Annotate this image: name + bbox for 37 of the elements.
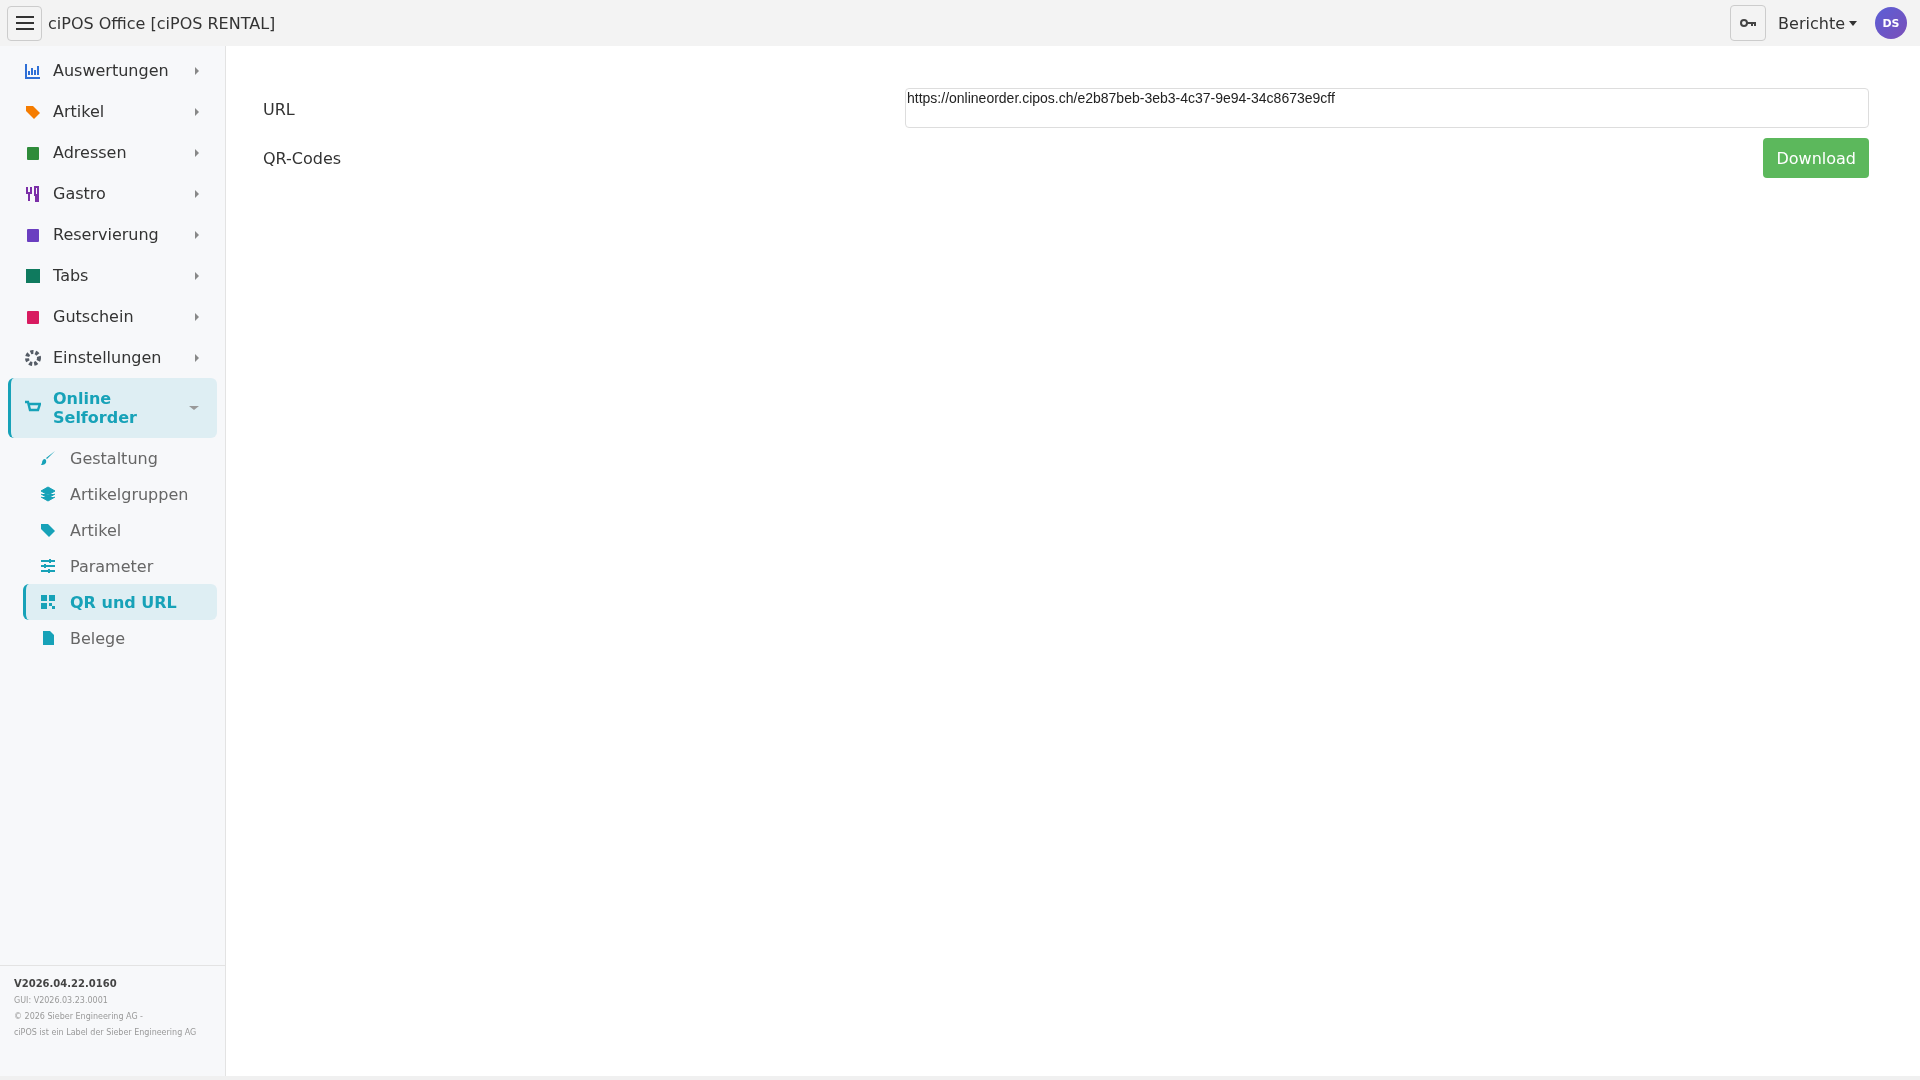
sidebar-item[interactable]: Artikel — [8, 91, 217, 132]
document-icon — [40, 630, 56, 646]
sidebar-item[interactable]: Tabs — [8, 255, 217, 296]
user-avatar[interactable]: DS — [1875, 7, 1907, 39]
menu-button[interactable] — [7, 5, 42, 41]
gui-version-text: GUI: V2026.03.23.0001 — [14, 995, 109, 1007]
menu-icon — [15, 16, 34, 30]
key-button[interactable] — [1730, 5, 1767, 41]
label-note-text: ciPOS ist ein Label der Sieber Engineering AG — [14, 1027, 198, 1039]
sidebar-item[interactable]: Reservierung — [8, 214, 217, 255]
brush-icon — [40, 450, 56, 466]
tag-icon — [40, 522, 56, 538]
sliders-icon — [40, 558, 56, 574]
submenu-item[interactable]: Parameter — [23, 548, 217, 584]
sidebar-item[interactable]: Einstellungen — [8, 337, 217, 378]
fork-knife-icon — [25, 185, 41, 202]
url-label: URL — [263, 99, 295, 119]
bar-chart-icon — [25, 62, 41, 79]
key-icon — [1740, 19, 1757, 27]
submenu-item[interactable]: Gestaltung — [23, 440, 217, 476]
qr-codes-label: QR-Codes — [263, 148, 342, 168]
submenu-item[interactable]: Artikel — [23, 512, 217, 548]
qr-code-icon — [40, 594, 56, 610]
sidebar-item[interactable]: Adressen — [8, 132, 217, 173]
url-field[interactable]: https://onlineorder.cipos.ch/e2b87beb-3eb3-4c37-9e94-34c8673e9cff — [905, 88, 1869, 128]
app-title: ciPOS Office [ciPOS RENTAL] — [48, 13, 276, 33]
version-text: V2026.04.22.0160 — [14, 978, 118, 989]
sidebar-item[interactable]: Gutschein — [8, 296, 217, 337]
sidebar-item[interactable]: Gastro — [8, 173, 217, 214]
gear-icon — [25, 349, 41, 366]
submenu-item[interactable]: Artikelgruppen — [23, 476, 217, 512]
layers-icon — [40, 486, 56, 502]
tag-icon — [25, 103, 41, 120]
copyright-text: © 2026 Sieber Engineering AG - — [14, 1011, 144, 1023]
reports-dropdown[interactable]: Berichte — [1772, 13, 1863, 33]
sidebar-item[interactable]: Auswertungen — [8, 50, 217, 91]
submenu-item[interactable]: Belege — [23, 620, 217, 656]
